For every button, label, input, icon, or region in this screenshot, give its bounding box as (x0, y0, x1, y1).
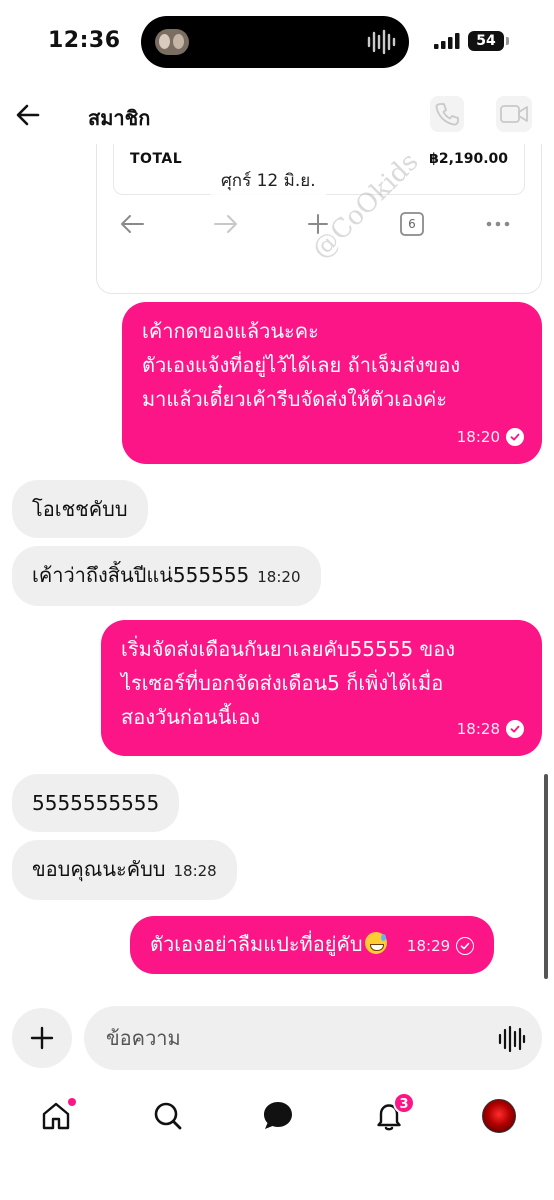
browser-new-tab-icon (303, 209, 333, 239)
plus-icon (30, 1026, 54, 1050)
home-notification-dot (68, 1098, 76, 1106)
incoming-message[interactable]: เค้าว่าถึงสิ้นปีแน่555555 18:20 (12, 546, 321, 606)
browser-more-icon (483, 209, 513, 239)
outgoing-message[interactable]: เริ่มจัดส่งเดือนกันยาเลยคับ55555 ของ ไรเ… (101, 620, 542, 756)
home-icon (42, 1102, 70, 1130)
message-input-container[interactable] (84, 1006, 542, 1070)
dynamic-island[interactable] (141, 16, 409, 68)
message-line: เริ่มจัดส่งเดือนกันยาเลยคับ55555 ของ (121, 637, 455, 661)
message-list[interactable]: TOTAL ฿2,190.00 @CoOkids 6 ศุกร์ 12 มิ.ย… (0, 144, 554, 1000)
profile-avatar (482, 1099, 516, 1133)
message-time: 18:20 (456, 428, 500, 446)
nav-profile[interactable] (477, 1094, 521, 1138)
message-meta: 18:29 (406, 929, 475, 963)
message-input[interactable] (106, 1020, 486, 1056)
add-attachment-button[interactable] (12, 1008, 72, 1068)
phone-icon (435, 103, 459, 126)
video-camera-icon (500, 105, 528, 123)
browser-toolbar: 6 (97, 195, 541, 251)
message-meta: 18:28 (457, 712, 524, 746)
read-check-icon (506, 428, 524, 446)
nav-search[interactable] (146, 1094, 190, 1138)
message-text: โอเชชคับบ (32, 497, 128, 521)
message-time: 18:20 (257, 568, 301, 586)
message-line: มาแล้วเดี๋ยวเค้ารีบจัดส่งให้ตัวเองค่ะ (142, 387, 448, 411)
message-time: 18:28 (173, 862, 217, 880)
message-composer (0, 1000, 554, 1080)
message-text: เค้าว่าถึงสิ้นปีแน่555555 (32, 563, 250, 587)
sent-check-icon (456, 937, 475, 955)
scrollbar[interactable] (544, 774, 548, 979)
notification-count-badge: 3 (393, 1092, 415, 1114)
back-arrow-icon[interactable] (12, 98, 46, 132)
sweat-smile-emoji-icon (364, 932, 387, 954)
message-text: ขอบคุณนะคับบ (32, 857, 166, 881)
battery-indicator: 54 (468, 31, 509, 51)
audio-wave-icon (367, 29, 396, 55)
incoming-message[interactable]: โอเชชคับบ (12, 480, 148, 538)
message-line: ไรเซอร์ที่บอกจัดส่งเดือน5 ก็เพิ่งได้เมื่… (121, 671, 444, 695)
browser-tabs-icon: 6 (397, 209, 427, 239)
browser-forward-icon (211, 209, 241, 239)
date-separator: ศุกร์ 12 มิ.ย. (205, 162, 332, 200)
status-time: 12:36 (48, 28, 121, 53)
outgoing-message[interactable]: ตัวเองอย่าลืมแปะที่อยู่คับ 18:29 (130, 916, 495, 974)
nav-messages[interactable] (256, 1094, 300, 1138)
voice-message-icon[interactable] (496, 1024, 526, 1054)
chat-header: สมาชิก (0, 88, 554, 144)
incoming-message[interactable]: 5555555555 (12, 774, 180, 832)
incoming-message[interactable]: ขอบคุณนะคับบ 18:28 (12, 840, 237, 900)
now-playing-artwork (155, 29, 189, 55)
status-bar: 12:36 54 (0, 0, 554, 88)
total-value: ฿2,190.00 (429, 151, 508, 167)
browser-back-icon (117, 209, 147, 239)
chat-bubble-icon (264, 1102, 292, 1129)
message-line: ตัวเองแจ้งที่อยู่ไว้ได้เลย ถ้าเจ็มส่งของ (142, 353, 461, 377)
nav-notifications[interactable]: 3 (367, 1092, 415, 1138)
read-check-icon (506, 720, 524, 738)
message-text: 5555555555 (32, 791, 160, 815)
video-call-button[interactable] (496, 96, 532, 132)
chat-title[interactable]: สมาชิก (88, 102, 150, 134)
voice-call-button[interactable] (430, 96, 464, 132)
nav-home[interactable] (34, 1094, 78, 1138)
message-time: 18:28 (456, 720, 500, 738)
message-line: เค้ากดของแล้วนะคะ (142, 319, 319, 343)
search-icon (154, 1102, 182, 1130)
message-meta: 18:20 (457, 420, 524, 454)
total-label: TOTAL (130, 151, 183, 167)
bottom-navigation: 3 (0, 1080, 554, 1200)
outgoing-message[interactable]: เค้ากดของแล้วนะคะ ตัวเองแจ้งที่อยู่ไว้ได… (122, 302, 542, 464)
signal-icon (434, 33, 460, 49)
message-time: 18:29 (406, 937, 451, 955)
message-text: ตัวเองอย่าลืมแปะที่อยู่คับ (150, 932, 363, 956)
tab-count: 6 (408, 217, 416, 231)
